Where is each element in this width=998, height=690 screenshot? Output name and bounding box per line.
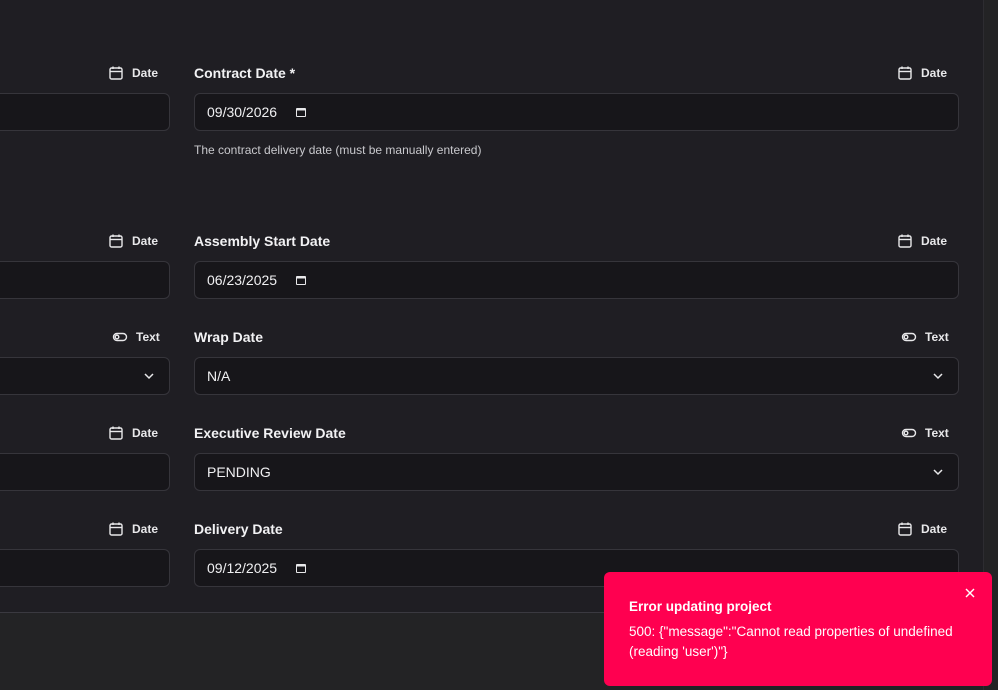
- toggle-icon: [112, 332, 128, 342]
- toggle-icon: [901, 332, 917, 342]
- executive-review-date-header: Executive Review Date: [194, 421, 346, 445]
- select-input[interactable]: [0, 357, 170, 395]
- error-toast: Error updating project 500: {"message":"…: [604, 572, 992, 686]
- calendar-icon: [109, 66, 123, 80]
- calendar-icon: [109, 234, 123, 248]
- field-type-indicator: Text: [112, 325, 160, 349]
- field-type-label: Date: [132, 234, 159, 248]
- assembly-start-date-value: 06/23/2025: [207, 272, 278, 288]
- executive-review-date-label: Executive Review Date: [194, 425, 346, 441]
- field-type-indicator: Date: [897, 61, 947, 85]
- field-type-label: Text: [136, 330, 160, 344]
- chevron-down-icon: [933, 373, 943, 380]
- toggle-icon: [901, 428, 917, 438]
- contract-date-value: 09/30/2026: [207, 104, 278, 120]
- close-icon[interactable]: [964, 587, 976, 599]
- field-type-indicator: Date: [897, 229, 947, 253]
- field-type-indicator: Date: [108, 517, 158, 541]
- field-type-label: Text: [925, 426, 949, 440]
- executive-review-date-value: PENDING: [207, 464, 271, 480]
- field-type-label: Date: [132, 522, 159, 536]
- delivery-date-header: Delivery Date: [194, 517, 283, 541]
- calendar-icon: [109, 522, 123, 536]
- toast-message: 500: {"message":"Cannot read properties …: [629, 624, 953, 659]
- wrap-date-label: Wrap Date: [194, 329, 263, 345]
- assembly-start-date-label: Assembly Start Date: [194, 233, 331, 249]
- field-type-label: Date: [132, 426, 159, 440]
- field-type-indicator: Text: [901, 421, 949, 445]
- field-type-indicator: Date: [108, 61, 158, 85]
- field-type-indicator: Date: [108, 421, 158, 445]
- date-input[interactable]: [0, 453, 170, 491]
- contract-date-help-text: The contract delivery date (must be manu…: [194, 143, 482, 157]
- field-type-label: Text: [925, 330, 949, 344]
- delivery-date-label: Delivery Date: [194, 521, 283, 537]
- calendar-icon: [109, 426, 123, 440]
- wrap-date-select[interactable]: N/A: [194, 357, 959, 395]
- date-input[interactable]: [0, 549, 170, 587]
- contract-date-label: Contract Date *: [194, 65, 296, 81]
- chevron-down-icon: [144, 373, 154, 380]
- project-form-panel: Date Date Text Date Date Contract Date *…: [0, 0, 983, 613]
- field-type-label: Date: [921, 522, 948, 536]
- field-type-indicator: Date: [108, 229, 158, 253]
- calendar-icon: [898, 522, 912, 536]
- contract-date-input[interactable]: 09/30/2026: [194, 93, 959, 131]
- contract-date-header: Contract Date *: [194, 61, 295, 85]
- calendar-icon: [898, 66, 912, 80]
- field-type-label: Date: [132, 66, 159, 80]
- field-type-indicator: Date: [897, 517, 947, 541]
- assembly-start-date-input[interactable]: 06/23/2025: [194, 261, 959, 299]
- toast-title: Error updating project: [629, 599, 772, 614]
- delivery-date-value: 09/12/2025: [207, 560, 278, 576]
- date-input[interactable]: [0, 93, 170, 131]
- chevron-down-icon: [933, 469, 943, 476]
- calendar-picker-icon[interactable]: [295, 562, 307, 574]
- date-input[interactable]: [0, 261, 170, 299]
- wrap-date-value: N/A: [207, 368, 231, 384]
- calendar-picker-icon[interactable]: [295, 274, 307, 286]
- field-type-indicator: Text: [901, 325, 949, 349]
- wrap-date-header: Wrap Date: [194, 325, 263, 349]
- field-type-label: Date: [921, 66, 948, 80]
- assembly-start-date-header: Assembly Start Date: [194, 229, 330, 253]
- calendar-picker-icon[interactable]: [295, 106, 307, 118]
- calendar-icon: [898, 234, 912, 248]
- executive-review-date-select[interactable]: PENDING: [194, 453, 959, 491]
- field-type-label: Date: [921, 234, 948, 248]
